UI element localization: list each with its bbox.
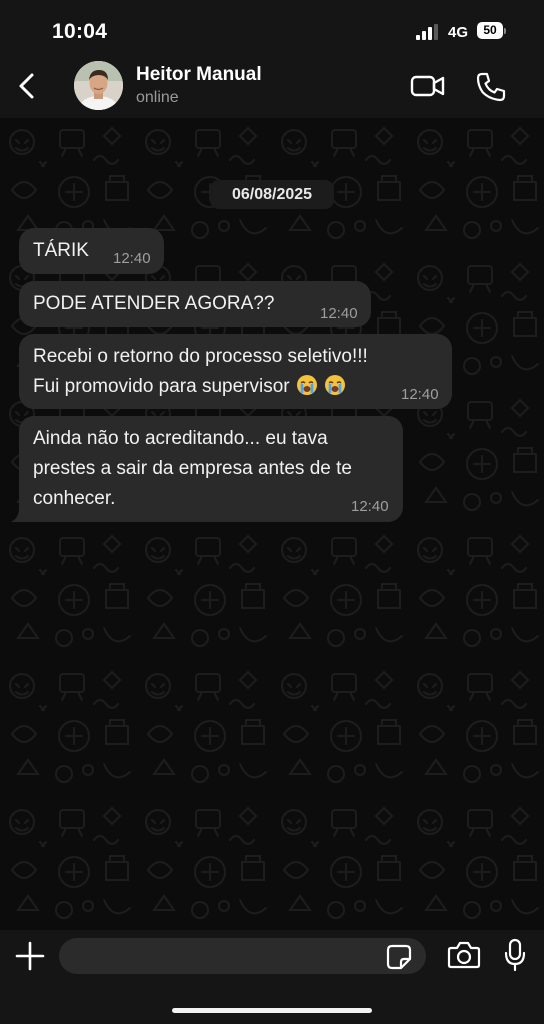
message-bubble[interactable]: Ainda não to acreditando... eu tava pres… [11, 416, 403, 522]
message-text: TÁRIK [33, 240, 89, 261]
video-camera-icon[interactable] [409, 72, 447, 100]
loudly-crying-face-icon [296, 375, 317, 395]
message-time: 12:40 [320, 305, 358, 322]
avatar-portrait [74, 61, 123, 110]
message-text: Recebi o retorno do processo seletivo!!!… [33, 342, 368, 402]
status-bar: 10:04 4G 50 [0, 0, 544, 56]
avatar[interactable] [74, 61, 123, 110]
message-text: PODE ATENDER AGORA?? [33, 293, 275, 314]
plus-icon[interactable] [14, 940, 46, 972]
message-bubble[interactable]: TÁRIK 12:40 [19, 228, 164, 274]
microphone-icon[interactable] [503, 938, 527, 972]
message-line-with-emoji: Fui promovido para supervisor [33, 372, 368, 402]
message-line: prestes a sair da empresa antes de te [33, 458, 352, 479]
phone-icon[interactable] [474, 70, 508, 104]
input-bar [0, 930, 544, 1024]
contact-name[interactable]: Heitor Manual [136, 64, 262, 86]
message-time: 12:40 [351, 498, 389, 515]
loudly-crying-face-icon [324, 375, 345, 395]
battery-icon: 50 [477, 22, 506, 39]
camera-icon[interactable] [447, 940, 481, 970]
message-bubble[interactable]: PODE ATENDER AGORA?? 12:40 [19, 281, 371, 327]
contact-status: online [136, 89, 179, 106]
phone-screen: 10:04 4G 50 Heitor Manual online 06/08/2… [0, 0, 544, 1024]
date-divider: 06/08/2025 [210, 180, 334, 209]
message-input[interactable] [59, 938, 426, 974]
message-line: conhecer. [33, 488, 116, 509]
network-type: 4G [448, 24, 469, 41]
message-line: Ainda não to acreditando... eu tava [33, 428, 328, 449]
home-indicator [172, 1008, 372, 1013]
chat-header: Heitor Manual online [0, 56, 544, 118]
chat-area[interactable]: 06/08/2025 TÁRIK 12:40 PODE ATENDER AGOR… [0, 118, 544, 930]
bubble-tail [11, 508, 25, 522]
battery-level: 50 [477, 22, 503, 39]
message-time: 12:40 [401, 386, 439, 403]
battery-tip [504, 28, 506, 34]
message-time: 12:40 [113, 250, 151, 267]
status-time: 10:04 [52, 20, 108, 43]
message-line: Fui promovido para supervisor [33, 376, 290, 397]
message-text: Ainda não to acreditando... eu tava pres… [33, 424, 352, 514]
message-bubble[interactable]: Recebi o retorno do processo seletivo!!!… [19, 334, 452, 409]
back-arrow-icon[interactable] [12, 68, 44, 104]
sticker-icon[interactable] [386, 944, 412, 970]
message-line: Recebi o retorno do processo seletivo!!! [33, 346, 368, 367]
signal-icon [416, 24, 438, 40]
